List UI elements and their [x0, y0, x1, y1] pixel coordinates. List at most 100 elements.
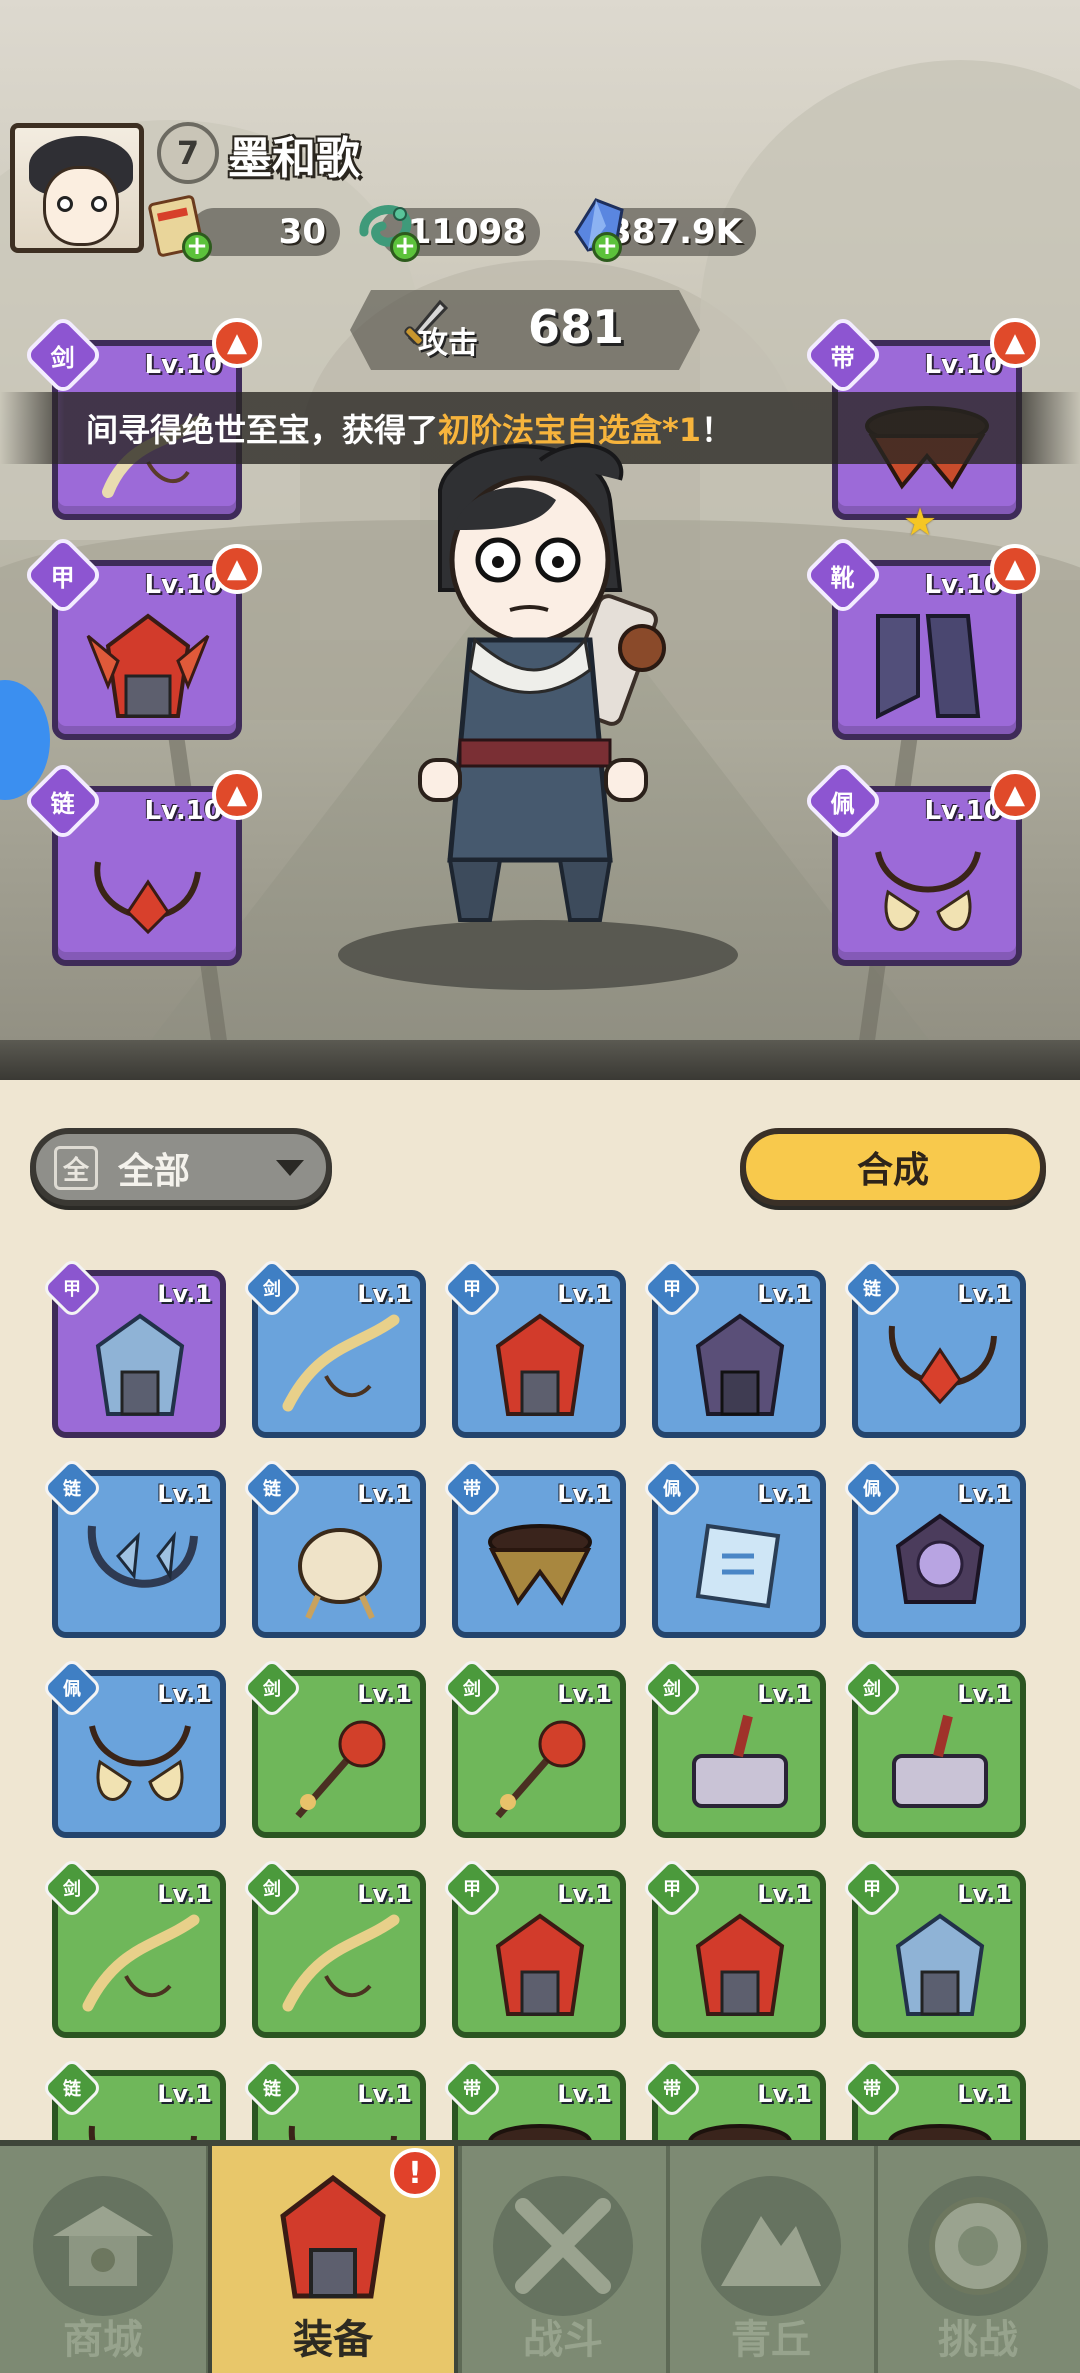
inventory-item[interactable]: 佩 Lv.1: [640, 1456, 826, 1638]
ice-helmet-icon: [95, 1313, 185, 1416]
nav-tab-battle[interactable]: 战斗: [460, 2146, 666, 2373]
inventory-item[interactable]: 甲 Lv.1: [440, 1856, 626, 2038]
item-level: Lv.1: [557, 1480, 612, 1508]
player-character[interactable]: [380, 440, 700, 960]
red-helmet-icon: [86, 613, 210, 718]
inventory-item[interactable]: 佩 Lv.1: [40, 1656, 226, 1838]
item-type-glyph: 剑: [63, 1879, 81, 1900]
nav-tab-challenge[interactable]: 挑战: [876, 2146, 1080, 2373]
item-level: Lv.1: [557, 1880, 612, 1908]
necklace-icon: [288, 2125, 397, 2140]
inventory-item[interactable]: 佩 Lv.1: [840, 1456, 1026, 1638]
item-level: Lv.1: [157, 1480, 212, 1508]
item-type-glyph: 剑: [263, 1279, 281, 1300]
item-level: Lv.1: [357, 1280, 412, 1308]
upgrade-arrow-icon[interactable]: ▲: [212, 318, 262, 368]
golden-whip-icon: [82, 1914, 200, 2012]
nav-label: 青丘: [731, 2317, 811, 2363]
red-helmet-icon: [695, 1913, 785, 2016]
inventory-item[interactable]: 链 Lv.1: [40, 2056, 226, 2140]
item-level: Lv.1: [957, 1680, 1012, 1708]
add-crystal-button[interactable]: +: [592, 232, 622, 262]
golden-whip-icon: [282, 1314, 400, 1412]
nav-tab-qingqiu[interactable]: 青丘: [668, 2146, 874, 2373]
inventory-item[interactable]: 带 Lv.1: [640, 2056, 826, 2140]
item-type-glyph: 带: [663, 2079, 681, 2100]
inventory-item[interactable]: 甲 Lv.1: [840, 1856, 1026, 2038]
item-level: Lv.1: [757, 1280, 812, 1308]
inventory-item[interactable]: 甲 Lv.1: [40, 1256, 226, 1438]
attack-label: 攻击: [418, 326, 478, 361]
combine-button[interactable]: 合成: [740, 1128, 1046, 1206]
item-level: Lv.1: [357, 2080, 412, 2108]
item-level: Lv.1: [957, 1280, 1012, 1308]
player-name: 墨和歌: [228, 133, 360, 184]
inventory-item[interactable]: 剑 Lv.1: [640, 1656, 826, 1838]
player-level-badge: 7: [157, 122, 219, 184]
upgrade-arrow-icon[interactable]: ▲: [990, 544, 1040, 594]
nav-label: 挑战: [938, 2317, 1018, 2363]
flower-staff-icon: [295, 1720, 386, 1819]
filter-all-icon: 全: [54, 1146, 98, 1190]
inventory-item[interactable]: 链 Lv.1: [840, 1256, 1026, 1438]
item-type-glyph: 剑: [663, 1679, 681, 1700]
item-type-glyph: 链: [63, 2079, 81, 2100]
nav-label: 战斗: [523, 2317, 603, 2363]
add-ticket-button[interactable]: +: [182, 232, 212, 262]
mountain-icon: [701, 2176, 841, 2316]
item-type-glyph: 甲: [463, 1879, 481, 1900]
nav-tab-shop[interactable]: 商城: [0, 2146, 206, 2373]
inventory-item[interactable]: 剑 Lv.1: [240, 1856, 426, 2038]
attack-value: 681: [528, 300, 625, 354]
item-type-glyph: 剑: [863, 1679, 881, 1700]
inventory-item[interactable]: 链 Lv.1: [40, 1456, 226, 1638]
inventory-item[interactable]: 剑 Lv.1: [840, 1656, 1026, 1838]
inventory-item[interactable]: 甲 Lv.1: [640, 1856, 826, 2038]
inventory-item[interactable]: 带 Lv.1: [840, 2056, 1026, 2140]
inventory-item[interactable]: 带 Lv.1: [440, 2056, 626, 2140]
upgrade-arrow-icon[interactable]: ▲: [212, 544, 262, 594]
category-filter-dropdown[interactable]: 全 全部: [30, 1128, 332, 1206]
bottom-navigation: 商城 装备 战斗 青丘 挑战: [0, 2140, 1080, 2373]
inventory-item[interactable]: 甲 Lv.1: [440, 1256, 626, 1438]
inventory-item[interactable]: 链 Lv.1: [240, 2056, 426, 2140]
upgrade-arrow-icon[interactable]: ▲: [990, 770, 1040, 820]
inventory-item[interactable]: 链 Lv.1: [240, 1456, 426, 1638]
inventory-item[interactable]: 剑 Lv.1: [40, 1856, 226, 2038]
item-type-glyph: 链: [863, 1279, 881, 1300]
item-type-glyph: 链: [263, 1479, 281, 1500]
stone-hammer-icon: [892, 1714, 988, 1808]
inventory-item[interactable]: 剑 Lv.1: [240, 1656, 426, 1838]
equipment-alert-badge: !: [390, 2148, 440, 2198]
orb-challenge-icon: [908, 2176, 1048, 2316]
item-level: Lv.1: [757, 1880, 812, 1908]
belt-icon: [888, 2124, 992, 2140]
orb-amulet-icon: [895, 1513, 985, 1604]
item-type-glyph: 甲: [463, 1279, 481, 1300]
inventory-item[interactable]: 剑 Lv.1: [240, 1256, 426, 1438]
item-type-glyph: 带: [463, 2079, 481, 2100]
shop-pagoda-icon: [33, 2176, 173, 2316]
item-type-glyph: 剑: [263, 1879, 281, 1900]
upgrade-arrow-icon[interactable]: ▲: [212, 770, 262, 820]
boots-icon: [876, 614, 981, 720]
red-necklace-icon: [888, 1325, 997, 1405]
item-level: Lv.1: [957, 1480, 1012, 1508]
inventory-item[interactable]: 剑 Lv.1: [440, 1656, 626, 1838]
jade-talisman-icon: [695, 1523, 781, 1609]
equipment-helmet-icon: [263, 2174, 403, 2316]
ice-necklace-icon: [87, 1525, 198, 1588]
add-jade-button[interactable]: +: [390, 232, 420, 262]
inventory-item[interactable]: 甲 Lv.1: [640, 1256, 826, 1438]
red-necklace-icon: [94, 861, 201, 935]
red-helmet-icon: [495, 1913, 585, 2016]
item-level: Lv.1: [957, 2080, 1012, 2108]
inventory-item[interactable]: 带 Lv.1: [440, 1456, 626, 1638]
item-level: Lv.1: [557, 1280, 612, 1308]
item-level: Lv.1: [157, 1280, 212, 1308]
inventory-grid: 甲 Lv.1 剑 Lv.1 甲 Lv.1 甲 Lv.1 链 Lv.1 链 Lv.1 链 Lv.1 带 Lv.1…: [0, 1250, 1080, 2140]
upgrade-arrow-icon[interactable]: ▲: [990, 318, 1040, 368]
item-level: Lv.1: [357, 1680, 412, 1708]
dark-helmet-icon: [695, 1313, 785, 1416]
player-avatar[interactable]: [10, 123, 144, 253]
